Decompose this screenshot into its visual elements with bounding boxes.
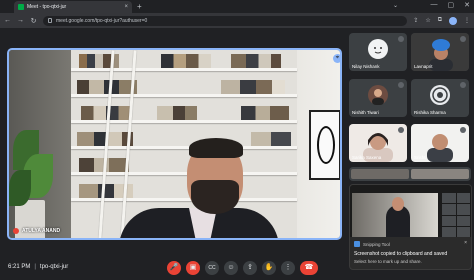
- meet-control-bar: 6:21 PM | tpo-qtxi-jur 🎤 ▣ CC ☺ ⇪ ✋ ⋮ ☎: [0, 256, 474, 280]
- tab-close-icon[interactable]: ×: [124, 4, 128, 10]
- url-text: meet.google.com/tpo-qtxi-jur?authuser=0: [56, 17, 148, 24]
- avatar: [368, 39, 388, 59]
- participant-name: Rishika Sharma: [414, 110, 446, 115]
- participant-name: Nilay Nishank: [352, 64, 380, 69]
- plant-pot: [15, 200, 45, 238]
- participant-tile[interactable]: Nilay Nishank: [349, 33, 407, 71]
- preview-grid: [442, 193, 470, 237]
- meeting-info: 6:21 PM | tpo-qtxi-jur: [8, 264, 68, 270]
- participant-thumbnail: [351, 169, 409, 179]
- preview-person-face: [392, 197, 404, 211]
- call-controls: 🎤 ▣ CC ☺ ⇪ ✋ ⋮ ☎: [167, 261, 318, 275]
- emoji-reaction-button[interactable]: ☺: [224, 261, 238, 275]
- close-window-button[interactable]: ✕: [464, 1, 470, 9]
- reload-icon[interactable]: ↻: [30, 17, 37, 25]
- tab-strip: Meet - tpo-qtxi-jur × + ⌄ — ▢ ✕: [0, 0, 474, 13]
- participant-tile[interactable]: Nishith Tiwari: [349, 79, 407, 117]
- present-button[interactable]: ⇪: [243, 261, 257, 275]
- participant-name: Nishith Tiwari: [352, 110, 379, 115]
- raise-hand-button[interactable]: ✋: [262, 261, 276, 275]
- notification-close-icon[interactable]: ×: [464, 240, 467, 246]
- main-name-row: ATULYA ANAND: [13, 228, 60, 234]
- plant-leaf: [9, 170, 31, 206]
- person-hair: [189, 138, 243, 158]
- avatar: [368, 85, 388, 105]
- mute-indicator-icon: [398, 36, 404, 42]
- pin-icon[interactable]: ⌖: [333, 54, 340, 63]
- toolbar-icons: ⇪ ☆ ⧉ ⋮: [413, 16, 470, 25]
- lock-icon: [48, 18, 52, 23]
- window-controls: — ▢ ✕: [431, 1, 471, 9]
- meeting-separator: |: [34, 264, 36, 270]
- main-participant-name: ATULYA ANAND: [22, 228, 61, 234]
- participant-tile[interactable]: Srishti: [411, 124, 469, 162]
- person-beard: [191, 180, 239, 214]
- star-icon[interactable]: ☆: [425, 17, 430, 25]
- navigation-bar: ← → ↻ meet.google.com/tpo-qtxi-jur?authu…: [0, 13, 474, 28]
- tab-title: Meet - tpo-qtxi-jur: [27, 4, 67, 10]
- share-icon[interactable]: ⇪: [413, 17, 418, 25]
- main-video-tile[interactable]: ⌖ ATULYA ANAND: [7, 48, 342, 240]
- books: [251, 132, 291, 146]
- books: [157, 106, 197, 120]
- books: [231, 54, 281, 68]
- mute-indicator-icon: [460, 127, 466, 133]
- snip-app-row: Snipping Tool: [354, 241, 390, 247]
- meeting-code: tpo-qtxi-jur: [39, 264, 69, 270]
- forward-icon[interactable]: →: [17, 17, 24, 24]
- participant-name: Sarika Saxena: [352, 155, 382, 160]
- mute-indicator-icon: [460, 82, 466, 88]
- books: [221, 80, 285, 94]
- participant-tile[interactable]: Sarika Saxena: [349, 124, 407, 162]
- participant-name: Lavnaprit: [414, 64, 433, 69]
- mute-indicator-icon: [460, 36, 466, 42]
- face-icon: [374, 47, 382, 54]
- back-icon[interactable]: ←: [4, 17, 11, 24]
- participant-thumbnail: [411, 169, 469, 179]
- shelf-row: [71, 68, 297, 71]
- maximize-button[interactable]: ▢: [448, 1, 455, 9]
- extensions-icon[interactable]: ⧉: [438, 17, 442, 25]
- profile-avatar[interactable]: [449, 16, 457, 25]
- books: [241, 106, 289, 120]
- minimize-button[interactable]: —: [431, 1, 438, 9]
- books: [161, 54, 211, 68]
- snipping-tool-icon: [354, 241, 360, 247]
- books: [77, 80, 137, 94]
- more-options-button[interactable]: ⋮: [281, 261, 295, 275]
- browser-tab[interactable]: Meet - tpo-qtxi-jur ×: [14, 1, 132, 13]
- more-participants-strip[interactable]: [349, 167, 471, 181]
- captions-button[interactable]: CC: [205, 261, 219, 275]
- meeting-time: 6:21 PM: [8, 264, 31, 270]
- person-photo-icon: [372, 89, 384, 105]
- new-tab-button[interactable]: +: [137, 2, 142, 11]
- shelf-row: [71, 198, 297, 201]
- meet-favicon-icon: [18, 4, 24, 10]
- frame-art: [317, 126, 335, 164]
- camera-off-button[interactable]: ▣: [186, 261, 200, 275]
- address-bar[interactable]: meet.google.com/tpo-qtxi-jur?authuser=0: [43, 15, 408, 26]
- mic-off-icon: [13, 228, 19, 234]
- participant-name: Srishti: [414, 155, 427, 160]
- snip-app-name: Snipping Tool: [363, 241, 390, 247]
- browser-chrome: Meet - tpo-qtxi-jur × + ⌄ — ▢ ✕ ← → ↻ me…: [0, 0, 474, 28]
- participant-tile[interactable]: Lavnaprit: [411, 33, 469, 71]
- shelf-row: [71, 94, 297, 97]
- menu-icon[interactable]: ⋮: [464, 17, 470, 25]
- mic-off-button[interactable]: 🎤: [167, 261, 181, 275]
- avatar: [430, 85, 450, 105]
- mute-indicator-icon: [398, 82, 404, 88]
- leave-call-button[interactable]: ☎: [300, 261, 318, 275]
- wall-frame: [309, 110, 340, 180]
- emblem-icon: [432, 87, 448, 103]
- screenshot-preview: [350, 185, 471, 237]
- tab-search-icon[interactable]: ⌄: [393, 2, 398, 9]
- shelf-row: [71, 120, 297, 123]
- participant-tile[interactable]: Rishika Sharma: [411, 79, 469, 117]
- mute-indicator-icon: [398, 127, 404, 133]
